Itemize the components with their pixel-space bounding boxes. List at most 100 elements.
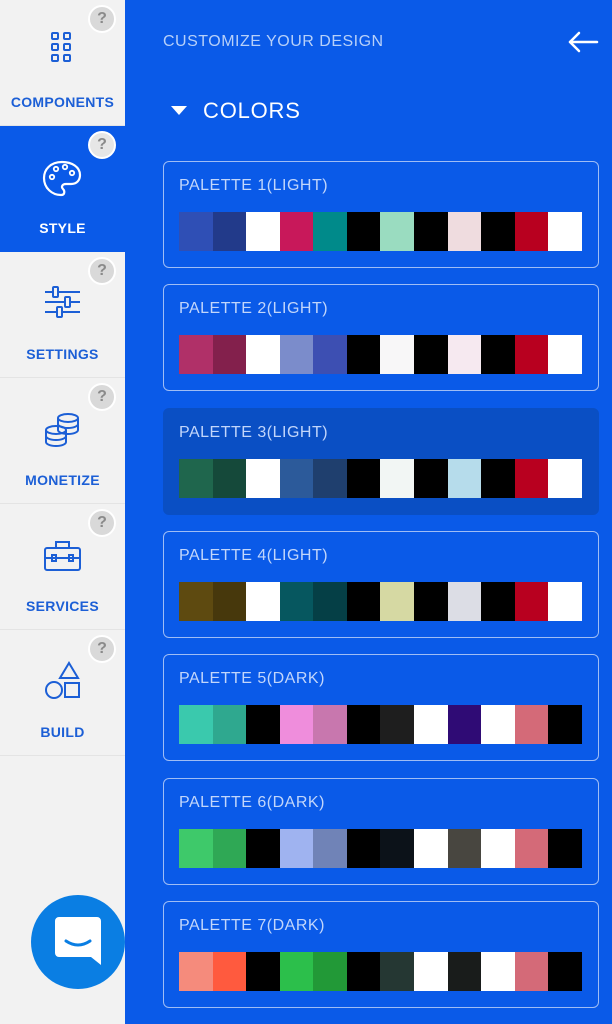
color-swatch: [313, 582, 347, 621]
palette-swatches: [179, 705, 582, 744]
color-swatch: [346, 582, 381, 621]
color-swatch: [246, 459, 280, 498]
color-swatch: [212, 335, 247, 374]
color-swatch: [179, 705, 213, 744]
palette-name: PALETTE 2(LIGHT): [179, 300, 329, 317]
sidebar-item-components[interactable]: COMPONENTS ?: [0, 0, 125, 126]
color-swatch: [212, 829, 247, 868]
color-swatch: [380, 459, 415, 498]
help-icon[interactable]: ?: [88, 5, 116, 33]
sidebar-item-settings[interactable]: SETTINGS ?: [0, 252, 125, 378]
color-swatch: [548, 952, 582, 991]
color-swatch: [414, 459, 448, 498]
color-swatch: [346, 212, 381, 251]
color-swatch: [481, 335, 515, 374]
color-swatch: [246, 335, 280, 374]
palette-1[interactable]: PALETTE 1(LIGHT): [163, 161, 599, 268]
color-swatch: [246, 829, 280, 868]
color-swatch: [246, 952, 280, 991]
color-swatch: [179, 829, 213, 868]
color-swatch: [212, 582, 247, 621]
help-icon[interactable]: ?: [88, 635, 116, 663]
help-icon[interactable]: ?: [88, 383, 116, 411]
color-swatch: [212, 705, 247, 744]
color-swatch: [447, 459, 482, 498]
color-swatch: [514, 829, 549, 868]
color-swatch: [346, 705, 381, 744]
color-swatch: [548, 335, 582, 374]
arrow-left-icon[interactable]: [567, 28, 599, 56]
color-swatch: [313, 705, 347, 744]
color-swatch: [179, 582, 213, 621]
color-swatch: [380, 952, 415, 991]
color-swatch: [414, 705, 448, 744]
color-swatch: [346, 952, 381, 991]
sliders-icon: [45, 286, 80, 318]
palette-name: PALETTE 4(LIGHT): [179, 547, 329, 564]
palette-6[interactable]: PALETTE 6(DARK): [163, 778, 599, 885]
color-swatch: [514, 582, 549, 621]
palette-name: PALETTE 1(LIGHT): [179, 177, 329, 194]
color-swatch: [179, 212, 213, 251]
color-swatch: [548, 459, 582, 498]
color-swatch: [313, 952, 347, 991]
palette-7[interactable]: PALETTE 7(DARK): [163, 901, 599, 1008]
shapes-icon: [45, 661, 80, 699]
color-swatch: [414, 582, 448, 621]
color-swatch: [548, 705, 582, 744]
palette-swatches: [179, 459, 582, 498]
color-swatch: [346, 459, 381, 498]
color-swatch: [279, 829, 314, 868]
color-swatch: [481, 459, 515, 498]
color-swatch: [514, 952, 549, 991]
color-swatch: [414, 829, 448, 868]
color-swatch: [514, 335, 549, 374]
help-icon[interactable]: ?: [88, 131, 116, 159]
color-swatch: [179, 459, 213, 498]
color-swatch: [279, 952, 314, 991]
color-swatch: [380, 212, 415, 251]
color-swatch: [346, 335, 381, 374]
color-swatch: [481, 705, 515, 744]
panel-title: CUSTOMIZE YOUR DESIGN: [163, 33, 384, 50]
color-swatch: [481, 212, 515, 251]
sidebar-item-style[interactable]: STYLE ?: [0, 126, 125, 252]
grid-icon: [51, 32, 71, 62]
sidebar-item-build[interactable]: BUILD ?: [0, 630, 125, 756]
palette-name: PALETTE 3(LIGHT): [179, 424, 329, 441]
palette-2[interactable]: PALETTE 2(LIGHT): [163, 284, 599, 391]
palette-swatches: [179, 829, 582, 868]
help-icon[interactable]: ?: [88, 509, 116, 537]
palette-5[interactable]: PALETTE 5(DARK): [163, 654, 599, 761]
sidebar-item-label: STYLE: [39, 220, 86, 236]
sidebar-item-services[interactable]: SERVICES ?: [0, 504, 125, 630]
sidebar-item-monetize[interactable]: MONETIZE ?: [0, 378, 125, 504]
color-swatch: [447, 582, 482, 621]
color-swatch: [380, 335, 415, 374]
palette-4[interactable]: PALETTE 4(LIGHT): [163, 531, 599, 638]
color-swatch: [313, 212, 347, 251]
palette-swatches: [179, 335, 582, 374]
color-swatch: [481, 952, 515, 991]
color-swatch: [447, 952, 482, 991]
palette-swatches: [179, 952, 582, 991]
chat-button[interactable]: [31, 895, 125, 989]
caret-down-icon: [171, 106, 187, 115]
color-swatch: [346, 829, 381, 868]
color-swatch: [380, 829, 415, 868]
color-swatch: [548, 829, 582, 868]
chat-bubble-icon: [55, 917, 101, 965]
palette-3[interactable]: PALETTE 3(LIGHT): [163, 408, 599, 515]
sidebar-item-label: MONETIZE: [25, 472, 100, 488]
color-swatch: [447, 335, 482, 374]
color-swatch: [481, 829, 515, 868]
color-swatch: [246, 212, 280, 251]
color-swatch: [179, 335, 213, 374]
color-swatch: [380, 705, 415, 744]
color-swatch: [380, 582, 415, 621]
sidebar: COMPONENTS ? STYLE ? SETTINGS ? MONETIZE…: [0, 0, 125, 1024]
color-swatch: [279, 212, 314, 251]
color-swatch: [548, 582, 582, 621]
help-icon[interactable]: ?: [88, 257, 116, 285]
palette-name: PALETTE 6(DARK): [179, 794, 325, 811]
